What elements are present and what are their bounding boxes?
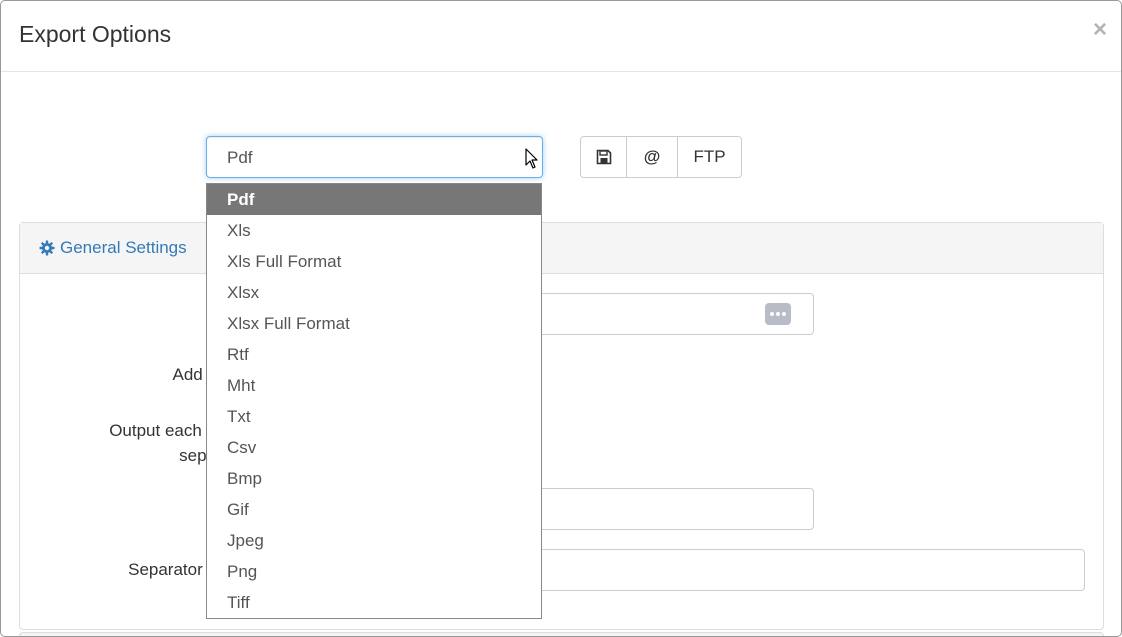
format-option-xls-full-format[interactable]: Xls Full Format bbox=[207, 246, 541, 277]
format-option-txt[interactable]: Txt bbox=[207, 401, 541, 432]
close-button[interactable]: × bbox=[1093, 16, 1107, 44]
format-dropdown-list: Pdf Xls Xls Full Format Xlsx Xlsx Full Forma… bbox=[206, 183, 542, 619]
format-option-xlsx-full-format[interactable]: Xlsx Full Format bbox=[207, 308, 541, 339]
format-option-mht[interactable]: Mht bbox=[207, 370, 541, 401]
file-label: F bbox=[141, 302, 216, 326]
panel-title: General Settings bbox=[60, 238, 187, 257]
export-options-dialog: Export Options × Pdf @ FTP General Setti… bbox=[0, 0, 1122, 637]
p-input[interactable] bbox=[521, 488, 814, 530]
ftp-button[interactable]: FTP bbox=[678, 137, 741, 177]
format-select[interactable]: Pdf bbox=[206, 136, 543, 178]
format-option-tiff[interactable]: Tiff bbox=[207, 587, 541, 618]
output-each-label-line1: Output each g bbox=[109, 421, 216, 440]
format-option-gif[interactable]: Gif bbox=[207, 494, 541, 525]
format-option-bmp[interactable]: Bmp bbox=[207, 463, 541, 494]
add-time-label: Add ti bbox=[172, 365, 216, 384]
format-option-xls[interactable]: Xls bbox=[207, 215, 541, 246]
p-label: P bbox=[141, 497, 216, 521]
output-each-label-line2: sepa bbox=[179, 446, 216, 465]
browse-button[interactable] bbox=[765, 303, 791, 325]
file-path-input[interactable] bbox=[521, 293, 814, 335]
format-option-xlsx[interactable]: Xlsx bbox=[207, 277, 541, 308]
separator-label: Separator c bbox=[128, 560, 216, 579]
format-option-jpeg[interactable]: Jpeg bbox=[207, 525, 541, 556]
format-option-png[interactable]: Png bbox=[207, 556, 541, 587]
ellipsis-icon bbox=[770, 312, 786, 316]
mouse-cursor-icon bbox=[525, 148, 538, 169]
gear-icon bbox=[39, 240, 55, 256]
panel-heading: General Settings bbox=[20, 223, 1103, 274]
format-option-pdf[interactable]: Pdf bbox=[207, 184, 541, 215]
separator-input[interactable] bbox=[521, 549, 1085, 591]
format-select-value: Pdf bbox=[227, 148, 253, 167]
email-button[interactable]: @ bbox=[627, 137, 678, 177]
general-settings-toggle[interactable]: General Settings bbox=[39, 238, 187, 258]
format-option-csv[interactable]: Csv bbox=[207, 432, 541, 463]
save-button[interactable] bbox=[581, 137, 627, 177]
next-panel-edge bbox=[19, 632, 1104, 636]
floppy-disk-icon bbox=[596, 149, 611, 165]
export-destination-buttons: @ FTP bbox=[580, 136, 742, 178]
dialog-title: Export Options bbox=[19, 21, 172, 47]
format-option-rtf[interactable]: Rtf bbox=[207, 339, 541, 370]
dialog-header: Export Options × bbox=[1, 1, 1121, 72]
